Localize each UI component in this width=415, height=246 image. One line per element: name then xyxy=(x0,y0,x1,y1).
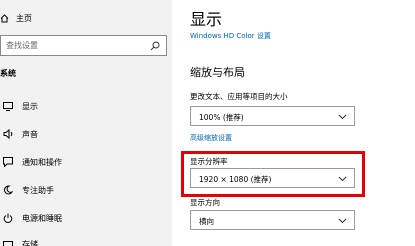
resolution-label: 显示分辨率 xyxy=(190,157,228,166)
sidebar-item-notifications[interactable]: 通知和操作 xyxy=(0,154,170,170)
sidebar-item-power-sleep[interactable]: 电源和睡眠 xyxy=(0,210,170,226)
sidebar: 主页 查找设置 系统 显示 声音 通知和操作 专注助手 电源和睡眠 存储 xyxy=(0,0,172,246)
sidebar-item-label: 存储 xyxy=(22,239,38,246)
monitor-icon xyxy=(0,98,16,114)
main-panel: 显示 Windows HD Color 设置 缩放与布局 更改文本、应用等项目的… xyxy=(172,0,415,246)
chevron-down-icon xyxy=(338,114,347,120)
chevron-down-icon xyxy=(338,218,347,224)
text-size-value: 100% (推荐) xyxy=(199,113,244,122)
moon-icon xyxy=(0,182,16,198)
sidebar-item-storage[interactable]: 存储 xyxy=(0,236,170,246)
notification-icon xyxy=(0,154,16,170)
home-icon xyxy=(0,13,9,22)
resolution-value: 1920 × 1080 (推荐) xyxy=(199,175,272,184)
section-title: 系统 xyxy=(0,69,16,78)
sidebar-item-focus-assist[interactable]: 专注助手 xyxy=(0,182,170,198)
sidebar-home[interactable]: 主页 xyxy=(0,11,32,25)
hd-color-link[interactable]: Windows HD Color 设置 xyxy=(190,31,271,41)
sidebar-item-label: 通知和操作 xyxy=(22,157,62,167)
page-title: 显示 xyxy=(190,10,223,29)
sidebar-item-label: 专注助手 xyxy=(22,185,54,195)
home-label: 主页 xyxy=(16,13,32,23)
orientation-dropdown[interactable]: 横向 xyxy=(190,210,355,230)
sidebar-item-label: 声音 xyxy=(22,129,38,139)
chevron-down-icon xyxy=(338,176,347,182)
sidebar-item-label: 显示 xyxy=(22,101,38,111)
orientation-label: 显示方向 xyxy=(190,198,220,207)
resolution-dropdown[interactable]: 1920 × 1080 (推荐) xyxy=(190,168,355,188)
speaker-icon xyxy=(0,126,16,142)
orientation-value: 横向 xyxy=(199,217,214,226)
scale-layout-heading: 缩放与布局 xyxy=(190,66,245,79)
search-input[interactable]: 查找设置 xyxy=(0,35,167,56)
sidebar-item-sound[interactable]: 声音 xyxy=(0,126,170,142)
sidebar-item-label: 电源和睡眠 xyxy=(22,213,62,223)
text-size-dropdown[interactable]: 100% (推荐) xyxy=(190,106,355,126)
storage-icon xyxy=(0,236,16,246)
search-placeholder: 查找设置 xyxy=(6,41,38,50)
power-icon xyxy=(0,210,16,226)
advanced-scaling-link[interactable]: 高级缩放设置 xyxy=(190,133,232,143)
sidebar-item-display[interactable]: 显示 xyxy=(0,98,170,114)
text-size-label: 更改文本、应用等项目的大小 xyxy=(190,92,288,101)
search-icon xyxy=(150,41,160,51)
